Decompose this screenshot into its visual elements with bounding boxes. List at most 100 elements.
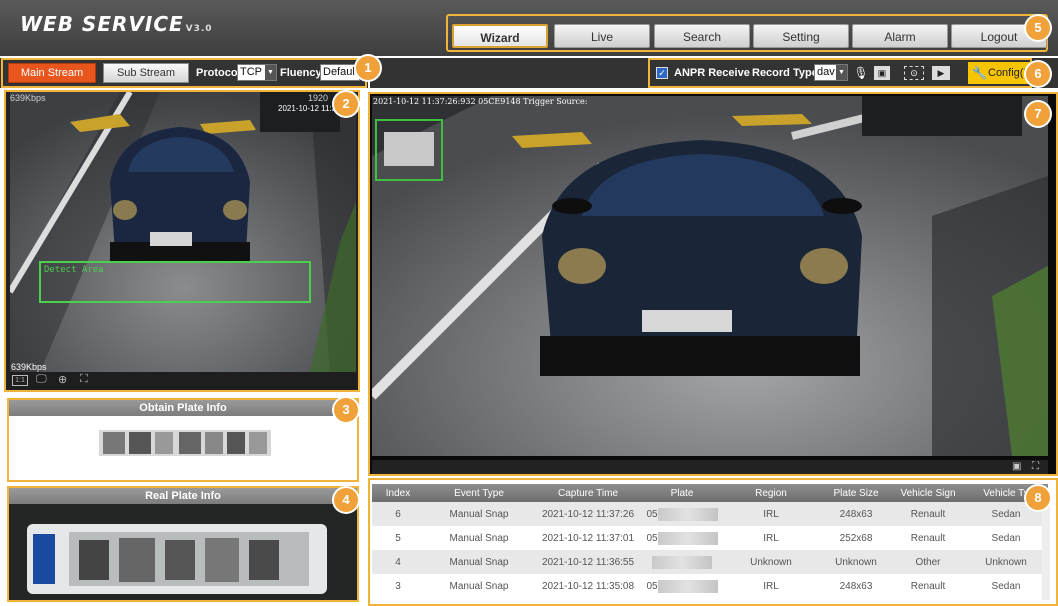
- obtain-plate-info-panel: Obtain Plate Info: [7, 398, 359, 482]
- zoom-region-icon[interactable]: ⊙: [904, 66, 924, 80]
- cell-index: 6: [395, 508, 401, 520]
- cell-plate: 05: [642, 526, 722, 550]
- callout-badge-5: 5: [1026, 16, 1050, 40]
- cell-time: 2021-10-12 11:37:26: [541, 508, 635, 520]
- chevron-down-icon: ▼: [836, 65, 847, 80]
- callout-badge-6: 6: [1026, 62, 1050, 86]
- plate-blur: [657, 579, 718, 593]
- zoom-icon[interactable]: ⊕: [58, 373, 67, 386]
- table-header-row: Index Event Type Capture Time Plate Regi…: [372, 484, 1048, 502]
- window-icon[interactable]: ▣: [1012, 461, 1021, 472]
- record-icon[interactable]: ▶: [932, 66, 950, 80]
- capture-timestamp: 2021-10-12 11:37:26:932 05CE9148 Trigger…: [373, 97, 588, 106]
- capture-record-table: Index Event Type Capture Time Plate Regi…: [372, 484, 1048, 598]
- cell-index: 3: [395, 580, 401, 592]
- record-type-label: Record Type: [752, 67, 818, 79]
- obtain-plate-info-title: Obtain Plate Info: [9, 400, 357, 416]
- cell-region: IRL: [763, 580, 779, 592]
- table-row[interactable]: 4 Manual Snap 2021-10-12 11:36:55 Unknow…: [372, 550, 1048, 574]
- main-stream-button[interactable]: Main Stream: [8, 63, 96, 83]
- video-date-overlay: 2021-10-12 11:3: [278, 104, 337, 113]
- capture-video[interactable]: [372, 96, 1048, 456]
- cell-sign: Renault: [910, 532, 946, 544]
- cell-sign: Renault: [910, 508, 946, 520]
- chevron-down-icon: ▼: [265, 65, 276, 80]
- cell-size: 248x63: [839, 508, 873, 520]
- cell-size: 248x63: [839, 580, 873, 592]
- scale-icon[interactable]: 1:1: [12, 375, 28, 386]
- callout-badge-4: 4: [334, 488, 358, 512]
- obtained-plate-blurred: [99, 430, 271, 456]
- fullscreen-icon[interactable]: ⛶: [1032, 461, 1039, 472]
- callout-badge-7: 7: [1026, 102, 1050, 126]
- app-logo: WEB SERVICE V3.0: [20, 12, 213, 36]
- callout-badge-1: 1: [356, 56, 380, 80]
- capture-video-controls: ▣ ⛶: [372, 460, 1048, 474]
- tab-setting[interactable]: Setting: [753, 24, 849, 48]
- callout-badge-2: 2: [334, 92, 358, 116]
- cell-region: Unknown: [750, 556, 792, 568]
- config-button[interactable]: 🔧 Config(I: [968, 62, 1030, 84]
- cell-index: 5: [395, 532, 401, 544]
- plate-blur: [657, 531, 718, 545]
- table-row[interactable]: 5 Manual Snap 2021-10-12 11:37:01 05 IRL…: [372, 526, 1048, 550]
- col-plate-size[interactable]: Plate Size: [820, 484, 892, 502]
- real-plate-image: [9, 504, 357, 600]
- cell-event: Manual Snap: [449, 580, 509, 592]
- monitor-icon[interactable]: 🖵: [36, 373, 47, 386]
- record-type-select[interactable]: dav ▼: [814, 64, 848, 81]
- protocol-label: Protocol: [196, 67, 241, 79]
- cell-size: Unknown: [835, 556, 877, 568]
- table-scrollbar[interactable]: [1042, 502, 1050, 600]
- cell-event: Manual Snap: [449, 556, 509, 568]
- version-label: V3.0: [185, 24, 213, 34]
- cell-sign: Renault: [910, 580, 946, 592]
- real-plate-info-title: Real Plate Info: [9, 488, 357, 504]
- sub-stream-button[interactable]: Sub Stream: [103, 63, 189, 83]
- table-row[interactable]: 3 Manual Snap 2021-10-12 11:35:08 05 IRL…: [372, 574, 1048, 598]
- microphone-icon[interactable]: 🎙: [852, 64, 870, 82]
- live-video[interactable]: Detect Area: [10, 92, 356, 372]
- plate-blur: [657, 507, 718, 521]
- cell-plate: 05: [642, 574, 722, 598]
- cell-event: Manual Snap: [449, 532, 509, 544]
- tab-wizard[interactable]: Wizard: [452, 24, 548, 48]
- cell-event: Manual Snap: [449, 508, 509, 520]
- callout-badge-8: 8: [1026, 486, 1050, 510]
- cell-size: 252x68: [839, 532, 873, 544]
- tab-live[interactable]: Live: [554, 24, 650, 48]
- anpr-receive-checkbox[interactable]: ✓: [656, 67, 668, 79]
- cell-type: Sedan: [991, 532, 1021, 544]
- detect-area-label: Detect Area: [44, 265, 104, 275]
- cell-index: 4: [395, 556, 401, 568]
- cell-time: 2021-10-12 11:35:08: [541, 580, 635, 592]
- snapshot-icon[interactable]: ▣: [874, 66, 890, 80]
- cell-type: Unknown: [985, 556, 1027, 568]
- plate-blur: [652, 555, 712, 569]
- col-vehicle-sign[interactable]: Vehicle Sign: [892, 484, 964, 502]
- cell-type: Sedan: [991, 580, 1021, 592]
- capture-video-scene: [372, 96, 1048, 456]
- fullscreen-icon[interactable]: ⛶: [80, 373, 88, 386]
- tab-search[interactable]: Search: [654, 24, 750, 48]
- real-plate-info-panel: Real Plate Info: [7, 486, 359, 602]
- cell-region: IRL: [763, 532, 779, 544]
- col-capture-time[interactable]: Capture Time: [534, 484, 642, 502]
- anpr-receive-label: ANPR Receive: [674, 67, 750, 79]
- live-video-controls: 1:1 🖵 ⊕ ⛶: [10, 372, 356, 390]
- cell-time: 2021-10-12 11:36:55: [541, 556, 635, 568]
- cell-region: IRL: [763, 508, 779, 520]
- col-plate[interactable]: Plate: [642, 484, 722, 502]
- table-row[interactable]: 6 Manual Snap 2021-10-12 11:37:26 05 IRL…: [372, 502, 1048, 526]
- bitrate-readout: 639Kbps: [10, 93, 46, 103]
- fluency-select[interactable]: Default: [320, 64, 360, 81]
- cell-sign: Other: [915, 556, 941, 568]
- col-region[interactable]: Region: [722, 484, 820, 502]
- resolution-readout: 1920: [308, 93, 329, 103]
- col-index[interactable]: Index: [372, 484, 424, 502]
- tab-alarm[interactable]: Alarm: [852, 24, 948, 48]
- col-event-type[interactable]: Event Type: [424, 484, 534, 502]
- wrench-icon: 🔧: [972, 66, 987, 80]
- callout-badge-3: 3: [334, 398, 358, 422]
- protocol-select[interactable]: TCP ▼: [237, 64, 277, 81]
